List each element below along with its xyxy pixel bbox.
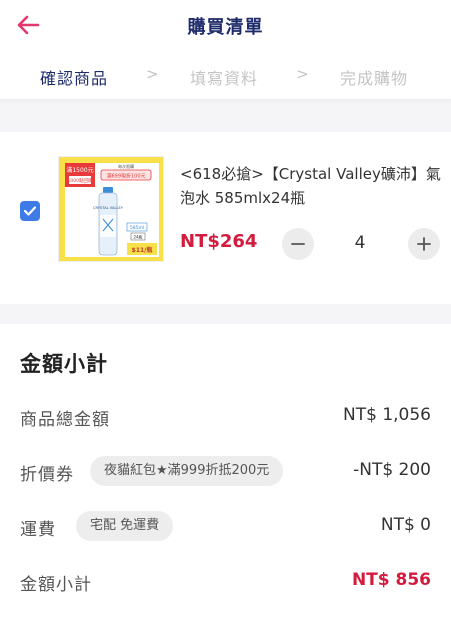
- amount-summary: 金額小計 商品總金額 NT$ 1,056 折價券 夜貓紅包★滿999折抵200元…: [0, 324, 451, 640]
- bottle-brand-text: CRYSTAL VALLEY: [93, 206, 124, 210]
- coupon-value: -NT$ 200: [353, 460, 431, 480]
- shipping-label: 運費: [20, 520, 56, 540]
- step-separator: >: [146, 65, 159, 83]
- product-price: NT$264: [180, 231, 258, 252]
- check-icon: [23, 206, 37, 216]
- promo-sub-text: 1000點回饋: [68, 177, 93, 184]
- plus-icon: [417, 237, 431, 251]
- coupon-label: 折價券: [20, 465, 74, 485]
- item-checkbox[interactable]: [20, 201, 40, 221]
- subtotal-label: 商品總金額: [20, 410, 110, 430]
- promo-badge-top-text: 每次限購: [118, 163, 134, 169]
- promo-badge-text: 滿699現折100元: [106, 173, 145, 180]
- size-label-text: 585ml: [130, 225, 144, 231]
- summary-title: 金額小計: [20, 352, 108, 376]
- increase-quantity-button[interactable]: [408, 228, 440, 260]
- subtotal-value: NT$ 1,056: [343, 405, 431, 425]
- step-fill-info: 填寫資料: [190, 69, 259, 88]
- page-title: 購買清單: [187, 17, 264, 38]
- checkout-steps: 確認商品 > 填寫資料 > 完成購物: [0, 50, 451, 100]
- product-image[interactable]: 滿1500元 1000點回饋 每次限購 滿699現折100元 CRYSTAL V…: [58, 156, 164, 262]
- promo-top-text: 滿1500元: [66, 166, 93, 174]
- product-name[interactable]: <618必搶>【Crystal Valley礦沛】氣泡水 585mlx24瓶: [180, 162, 442, 210]
- checkout-page: 購買清單 確認商品 > 填寫資料 > 完成購物 滿1500元 1000點回饋 每…: [0, 0, 451, 640]
- decrease-quantity-button[interactable]: [282, 228, 314, 260]
- step-confirm-items: 確認商品: [40, 69, 109, 88]
- coupon-chip[interactable]: 夜貓紅包★滿999折抵200元: [90, 456, 284, 486]
- quantity-value[interactable]: 4: [330, 233, 390, 253]
- total-value: NT$ 856: [351, 570, 431, 590]
- cart-item: 滿1500元 1000點回饋 每次限購 滿699現折100元 CRYSTAL V…: [0, 132, 451, 304]
- product-thumbnail-graphic: 滿1500元 1000點回饋 每次限購 滿699現折100元 CRYSTAL V…: [59, 157, 163, 261]
- minus-icon: [291, 243, 305, 245]
- shipping-value: NT$ 0: [380, 515, 431, 535]
- step-complete: 完成購物: [340, 69, 409, 88]
- header-bar: 購買清單: [0, 0, 451, 50]
- total-label: 金額小計: [20, 575, 92, 595]
- unit-price-text: $11/瓶: [132, 246, 153, 254]
- count-label-text: 24瓶: [133, 234, 142, 240]
- shipping-chip[interactable]: 宅配 免運費: [76, 511, 174, 541]
- step-separator: >: [296, 65, 309, 83]
